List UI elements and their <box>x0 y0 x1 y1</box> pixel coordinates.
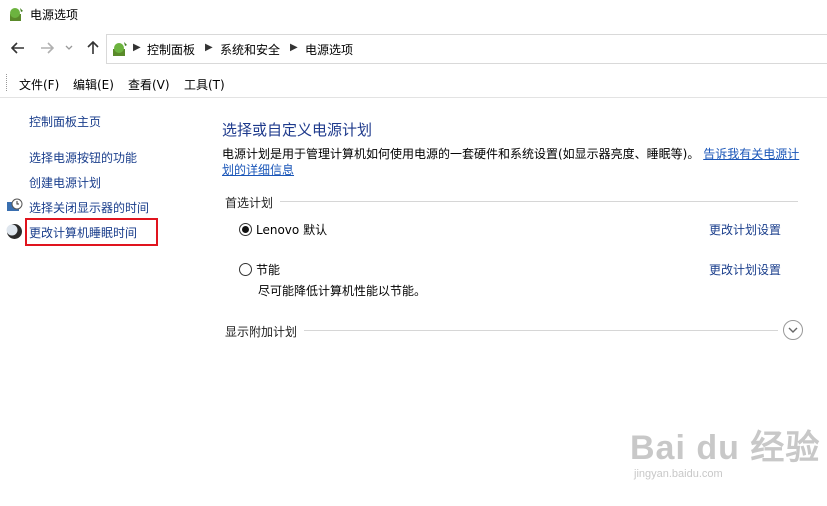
toolbar-grip <box>6 74 7 91</box>
address-bar[interactable]: ▶ 控制面板 ▶ 系统和安全 ▶ 电源选项 <box>106 34 827 64</box>
description-text: 电源计划是用于管理计算机如何使用电源的一套硬件和系统设置(如显示器亮度、睡眠等)… <box>222 147 700 161</box>
arrow-up-icon <box>87 41 99 54</box>
breadcrumb-control-panel[interactable]: 控制面板 <box>147 41 195 58</box>
sidebar-control-panel-home[interactable]: 控制面板主页 <box>29 113 101 130</box>
page-description: 电源计划是用于管理计算机如何使用电源的一套硬件和系统设置(如显示器亮度、睡眠等)… <box>222 146 802 178</box>
back-button[interactable] <box>9 39 27 57</box>
plan-lenovo-name[interactable]: Lenovo 默认 <box>256 221 327 238</box>
window-title: 电源选项 <box>30 8 79 22</box>
page-title: 选择或自定义电源计划 <box>222 121 373 139</box>
additional-plans-label[interactable]: 显示附加计划 <box>225 323 297 340</box>
breadcrumb-separator-icon: ▶ <box>133 42 141 53</box>
breadcrumb-power-options[interactable]: 电源选项 <box>305 41 353 58</box>
power-options-icon <box>10 8 23 21</box>
arrow-right-icon <box>41 42 54 54</box>
navigation-bar: ▶ 控制面板 ▶ 系统和安全 ▶ 电源选项 <box>0 33 827 65</box>
highlight-box <box>25 218 158 246</box>
plan-powersaver-name[interactable]: 节能 <box>256 261 280 278</box>
forward-button[interactable] <box>38 39 56 57</box>
breadcrumb-separator-icon: ▶ <box>290 42 298 53</box>
expand-additional-plans-button[interactable] <box>783 320 803 340</box>
breadcrumb-separator-icon: ▶ <box>205 42 213 53</box>
plan-powersaver-description: 尽可能降低计算机性能以节能。 <box>258 284 427 298</box>
menu-view[interactable]: 查看(V) <box>128 76 170 93</box>
watermark: Bai du 经验 jingyan.baidu.com <box>630 412 819 492</box>
menu-file[interactable]: 文件(F) <box>19 76 59 93</box>
sleep-moon-icon <box>6 224 22 239</box>
display-clock-icon <box>7 198 23 211</box>
menu-edit[interactable]: 编辑(E) <box>73 76 114 93</box>
preferred-plans-label: 首选计划 <box>225 196 274 210</box>
arrow-left-icon <box>11 42 24 54</box>
plan-lenovo-radio[interactable] <box>239 223 252 236</box>
sidebar-create-power-plan[interactable]: 创建电源计划 <box>29 174 101 191</box>
plan-powersaver-radio[interactable] <box>239 263 252 276</box>
control-panel-icon <box>113 42 127 56</box>
up-button[interactable] <box>84 39 102 57</box>
plan-powersaver-settings-link[interactable]: 更改计划设置 <box>709 261 781 278</box>
watermark-url: jingyan.baidu.com <box>634 468 723 480</box>
menu-bar: 文件(F) 编辑(E) 查看(V) 工具(T) <box>0 68 827 98</box>
sidebar-display-off-time[interactable]: 选择关闭显示器的时间 <box>29 199 149 216</box>
watermark-logo: Bai du 经验 <box>630 429 821 467</box>
sidebar: 控制面板主页 选择电源按钮的功能 创建电源计划 选择关闭显示器的时间 更改计算机… <box>0 99 200 506</box>
divider <box>280 201 798 202</box>
breadcrumb-system-security[interactable]: 系统和安全 <box>220 41 280 58</box>
divider <box>304 330 778 331</box>
chevron-down-icon <box>788 327 798 333</box>
chevron-down-icon <box>65 45 73 50</box>
sidebar-power-button-function[interactable]: 选择电源按钮的功能 <box>29 149 137 166</box>
plan-lenovo-settings-link[interactable]: 更改计划设置 <box>709 221 781 238</box>
menu-tools[interactable]: 工具(T) <box>184 76 225 93</box>
title-bar: 电源选项 <box>0 0 827 30</box>
recent-locations-button[interactable] <box>63 39 75 57</box>
